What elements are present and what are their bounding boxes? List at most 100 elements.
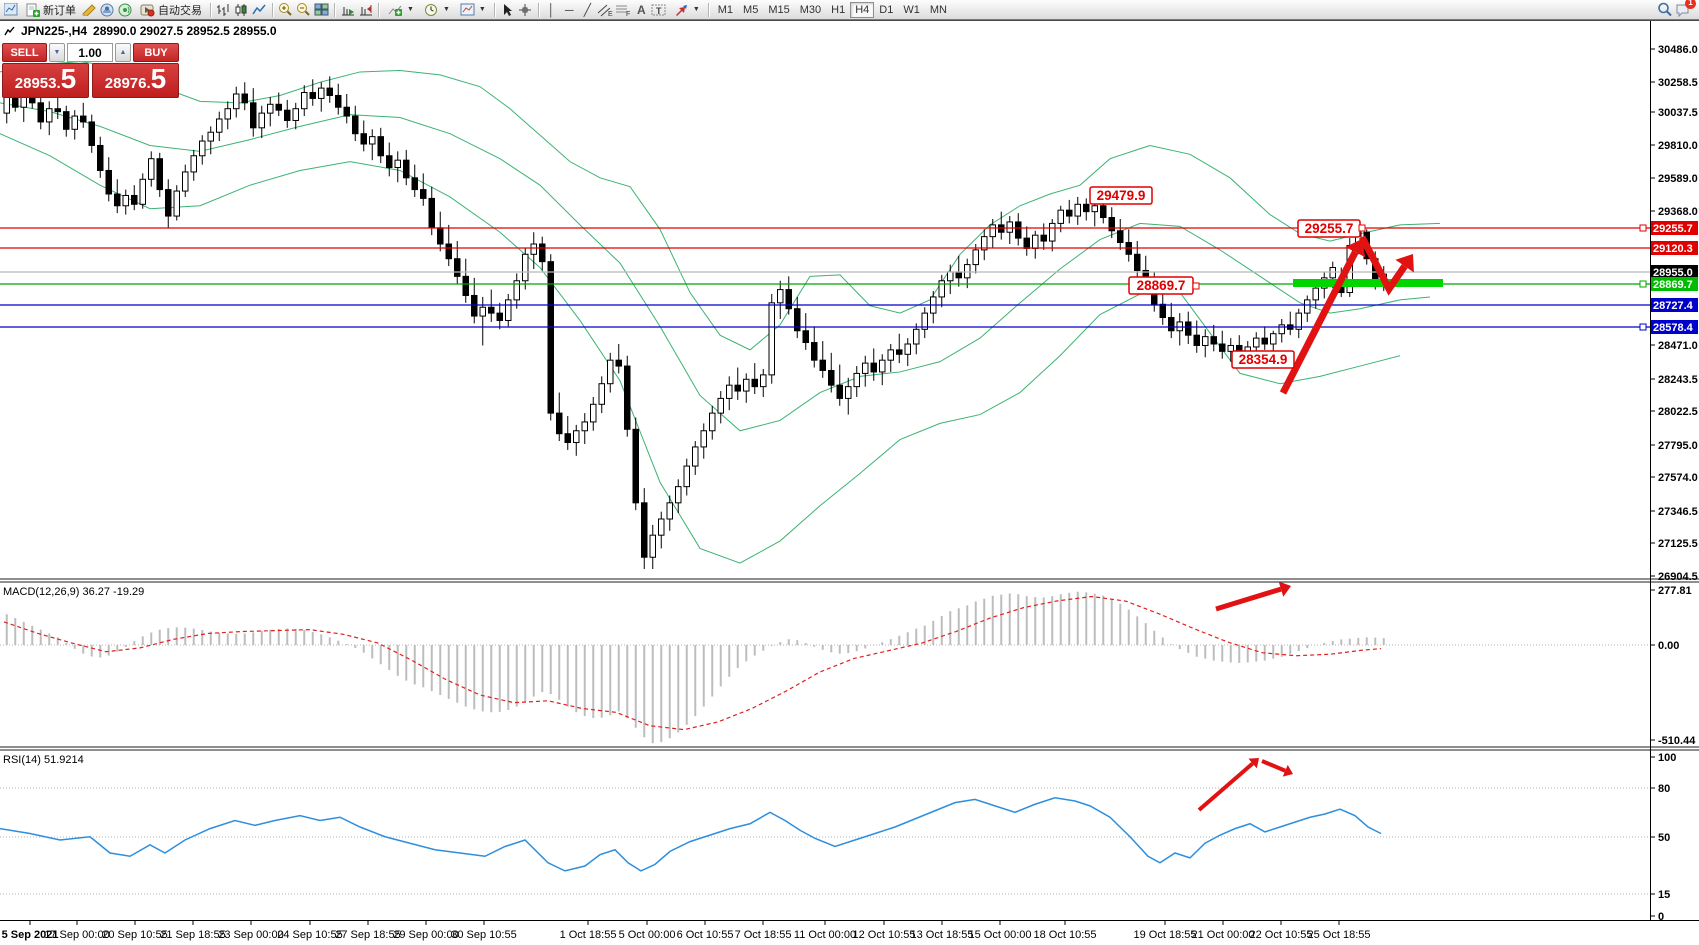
trendline-tool-icon[interactable]: ╱ <box>579 2 596 18</box>
date-label: 29 Sep 00:00 <box>393 929 458 941</box>
notifications-icon[interactable]: 1 <box>1674 2 1691 18</box>
date-label: 12 Oct 10:55 <box>853 929 916 941</box>
toolbar-separator <box>210 3 211 17</box>
svg-text:0: 0 <box>1658 911 1664 923</box>
search-icon[interactable] <box>1656 2 1673 18</box>
text-tool-icon[interactable]: A <box>633 2 650 18</box>
bar-chart-type-icon[interactable] <box>215 2 232 18</box>
price-label-29479.9[interactable]: 29479.9 <box>1090 187 1152 204</box>
svg-text:28869.7: 28869.7 <box>1653 279 1693 291</box>
price-label-29255.7[interactable]: 29255.7 <box>1298 220 1365 237</box>
svg-text:27574.0: 27574.0 <box>1658 472 1698 484</box>
support-zone-bar[interactable] <box>1293 279 1443 287</box>
chart-title: JPN225-,H4 28990.0 29027.5 28952.5 28955… <box>4 24 277 38</box>
sell-button[interactable]: SELL <box>2 43 47 62</box>
indicators-button[interactable]: ▼ <box>383 0 418 19</box>
bid-price-panel[interactable]: 28953.5 <box>2 63 89 98</box>
svg-text:50: 50 <box>1658 832 1670 844</box>
timeframe-mn-button[interactable]: MN <box>925 2 952 18</box>
autotrade-button[interactable]: 自动交易 <box>135 0 206 19</box>
crayon-icon[interactable] <box>81 2 98 18</box>
svg-text:27795.0: 27795.0 <box>1658 440 1698 452</box>
cursor-icon[interactable] <box>499 2 516 18</box>
timeframe-m15-button[interactable]: M15 <box>763 2 794 18</box>
toolbar-separator <box>494 3 495 17</box>
periods-button[interactable]: ▼ <box>419 0 454 19</box>
zoom-in-icon[interactable] <box>277 2 294 18</box>
svg-text:28471.0: 28471.0 <box>1658 340 1698 352</box>
chart-canvas[interactable]: 29479.9 29255.7 28869.7 28354.9 MACD(12,26,9… <box>0 0 1699 945</box>
line-chart-type-icon[interactable] <box>251 2 268 18</box>
ohlc-values: 28990.0 29027.5 28952.5 28955.0 <box>93 24 277 38</box>
fibonacci-tool-icon[interactable]: F <box>615 2 632 18</box>
svg-text:28727.4: 28727.4 <box>1653 300 1694 312</box>
ask-price-big-digit: 5 <box>151 66 167 92</box>
indicators-icon <box>387 2 404 18</box>
channel-tool-icon[interactable]: E <box>597 2 614 18</box>
svg-text:28578.4: 28578.4 <box>1653 322 1694 334</box>
tile-windows-icon[interactable] <box>313 2 330 18</box>
buy-button[interactable]: BUY <box>133 43 179 62</box>
price-label-28354.9[interactable]: 28354.9 <box>1232 351 1294 368</box>
symbol-period-label: JPN225-,H4 <box>21 24 87 38</box>
svg-text:-510.44: -510.44 <box>1658 735 1696 747</box>
svg-text:15: 15 <box>1658 889 1670 901</box>
line-handle[interactable] <box>1640 225 1646 231</box>
date-label: 25 Oct 18:55 <box>1308 929 1371 941</box>
mt4-terminal: { "toolbar": { "new_order_label": "新订单",… <box>0 0 1699 945</box>
volume-increase-button[interactable]: ▲ <box>115 43 131 62</box>
arrow-shapes-icon <box>673 2 690 18</box>
date-label: 20 Sep 10:55 <box>102 929 167 941</box>
timeframe-d1-button[interactable]: D1 <box>874 2 898 18</box>
date-label: 7 Oct 18:55 <box>735 929 792 941</box>
date-label: 23 Sep 00:00 <box>218 929 283 941</box>
shapes-button[interactable]: ▼ <box>669 0 704 19</box>
vertical-line-tool-icon[interactable]: │ <box>543 2 560 18</box>
date-label: 6 Oct 10:55 <box>677 929 734 941</box>
svg-text:277.81: 277.81 <box>1658 585 1692 597</box>
line-handle[interactable] <box>1640 281 1646 287</box>
svg-text:28354.9: 28354.9 <box>1239 352 1288 367</box>
volume-input[interactable]: 1.00 <box>67 43 113 62</box>
date-label: 1 Oct 18:55 <box>560 929 617 941</box>
timeframe-m1-button[interactable]: M1 <box>713 2 738 18</box>
zoom-out-icon[interactable] <box>295 2 312 18</box>
new-order-icon <box>24 2 41 18</box>
chart-shift-icon[interactable] <box>357 2 374 18</box>
signal-icon[interactable] <box>117 2 134 18</box>
timeframe-h4-button[interactable]: H4 <box>850 2 874 18</box>
new-order-button[interactable]: 新订单 <box>20 0 80 19</box>
svg-text:29255.7: 29255.7 <box>1305 221 1354 236</box>
clock-icon <box>423 2 440 18</box>
svg-text:F: F <box>626 11 630 17</box>
profile-icon[interactable] <box>99 2 116 18</box>
date-label: 15 Oct 00:00 <box>969 929 1032 941</box>
svg-text:30037.5: 30037.5 <box>1658 107 1698 119</box>
timeframe-h1-button[interactable]: H1 <box>826 2 850 18</box>
timeframe-w1-button[interactable]: W1 <box>898 2 925 18</box>
svg-text:30486.0: 30486.0 <box>1658 44 1698 56</box>
price-label-28869.7[interactable]: 28869.7 <box>1129 277 1199 294</box>
horizontal-line-tool-icon[interactable]: ─ <box>561 2 578 18</box>
bid-price-big-digit: 5 <box>61 66 77 92</box>
timeframe-m30-button[interactable]: M30 <box>795 2 826 18</box>
macd-indicator-label: MACD(12,26,9) 36.27 -19.29 <box>3 586 144 598</box>
timeframe-m5-button[interactable]: M5 <box>738 2 763 18</box>
ask-price-panel[interactable]: 28976.5 <box>92 63 179 98</box>
toolbar-separator <box>708 3 709 17</box>
templates-button[interactable]: ▼ <box>455 0 490 19</box>
line-handle[interactable] <box>1640 324 1646 330</box>
candlestick-type-icon[interactable] <box>233 2 250 18</box>
toolbar-separator <box>538 3 539 17</box>
crosshair-icon[interactable] <box>517 2 534 18</box>
timeframe-group: M1M5M15M30H1H4D1W1MN <box>713 4 952 16</box>
volume-decrease-button[interactable]: ▼ <box>49 43 65 62</box>
rsi-indicator-label: RSI(14) 51.9214 <box>3 754 84 766</box>
svg-text:29589.0: 29589.0 <box>1658 173 1698 185</box>
label-tool-icon[interactable]: T <box>651 2 668 18</box>
template-icon <box>459 2 476 18</box>
chart-window-icon[interactable] <box>2 2 19 18</box>
auto-scroll-icon[interactable] <box>339 2 356 18</box>
toolbar-separator <box>334 3 335 17</box>
svg-text:28243.5: 28243.5 <box>1658 374 1698 386</box>
